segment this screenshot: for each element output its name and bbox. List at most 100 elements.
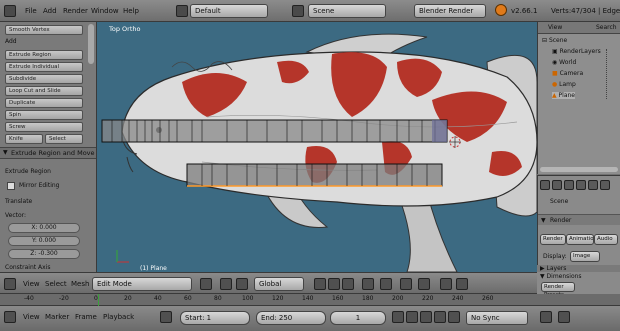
outliner-search-menu[interactable]: Search bbox=[596, 24, 617, 31]
dimensions-panel-title[interactable]: ▼ Dimensions bbox=[540, 273, 582, 280]
shelf-scrollbar[interactable] bbox=[88, 24, 94, 64]
snap-icon[interactable] bbox=[400, 278, 412, 290]
outliner-view-menu[interactable]: View bbox=[548, 24, 562, 31]
scene-icon[interactable] bbox=[292, 5, 304, 17]
outliner-item-lamp[interactable]: ● Lamp bbox=[552, 81, 576, 88]
tick-label: -40 bbox=[24, 295, 34, 302]
knife-button[interactable]: Knife bbox=[5, 134, 43, 144]
scene-tab-icon[interactable] bbox=[552, 180, 562, 190]
playback-menu[interactable]: Playback bbox=[100, 311, 137, 323]
select-menu[interactable]: Select bbox=[42, 278, 70, 290]
outliner-item-world[interactable]: ◉ World bbox=[552, 59, 576, 66]
render-button[interactable]: Render bbox=[540, 234, 566, 245]
tool-shelf: Smooth Vertex Add Extrude Region Extrude… bbox=[0, 22, 97, 272]
start-frame-field[interactable]: Start: 1 bbox=[180, 311, 250, 325]
mirror-editing-checkbox[interactable] bbox=[7, 182, 15, 190]
scene-dropdown[interactable]: Scene bbox=[308, 4, 386, 18]
knife-select-button[interactable]: Select bbox=[45, 134, 83, 144]
translate-label: Translate bbox=[5, 198, 33, 205]
render-engine-dropdown[interactable]: Blender Render bbox=[414, 4, 486, 18]
play-icon[interactable] bbox=[434, 311, 446, 323]
render-panel-header[interactable]: ▼ Render bbox=[538, 214, 620, 225]
constraint-axis-label: Constraint Axis bbox=[5, 264, 51, 271]
current-frame-field[interactable]: 1 bbox=[330, 311, 386, 325]
material-tab-icon[interactable] bbox=[600, 180, 610, 190]
keying-set-icon[interactable] bbox=[558, 311, 570, 323]
edge-select-icon[interactable] bbox=[328, 278, 340, 290]
menu-help[interactable]: Help bbox=[120, 5, 142, 17]
vector-z-field[interactable]: Z: -0.300 bbox=[8, 249, 80, 259]
vertex-select-icon[interactable] bbox=[314, 278, 326, 290]
modifier-tab-icon[interactable] bbox=[588, 180, 598, 190]
transform-orientation-dropdown[interactable]: Global bbox=[254, 277, 304, 291]
manipulator-icon[interactable] bbox=[236, 278, 248, 290]
duplicate-button[interactable]: Duplicate bbox=[5, 98, 83, 108]
render-tab-icon[interactable] bbox=[540, 180, 550, 190]
jump-start-icon[interactable] bbox=[392, 311, 404, 323]
marker-menu[interactable]: Marker bbox=[42, 311, 72, 323]
subdivide-button[interactable]: Subdivide bbox=[5, 74, 83, 84]
end-frame-field[interactable]: End: 250 bbox=[256, 311, 326, 325]
menu-add[interactable]: Add bbox=[40, 5, 60, 17]
vector-y-field[interactable]: Y: 0.000 bbox=[8, 236, 80, 246]
timeline-editor-icon[interactable] bbox=[4, 311, 16, 323]
object-tab-icon[interactable] bbox=[576, 180, 586, 190]
layout-dropdown[interactable]: Default bbox=[190, 4, 268, 18]
mode-dropdown[interactable]: Edit Mode bbox=[92, 277, 192, 291]
play-reverse-icon[interactable] bbox=[420, 311, 432, 323]
render-preview-icon[interactable] bbox=[440, 278, 452, 290]
outliner-scrollbar[interactable] bbox=[540, 167, 618, 172]
keyframe-icon[interactable] bbox=[160, 311, 172, 323]
outliner-item-camera[interactable]: ■ Camera bbox=[552, 70, 583, 77]
menu-window[interactable]: Window bbox=[88, 5, 122, 17]
outliner-item-plane[interactable]: ▲ Plane bbox=[552, 92, 575, 99]
camera-preview-icon[interactable] bbox=[456, 278, 468, 290]
sync-dropdown[interactable]: No Sync bbox=[466, 311, 528, 325]
vector-x-field[interactable]: X: 0.000 bbox=[8, 223, 80, 233]
timeline-view-menu[interactable]: View bbox=[20, 311, 43, 323]
outliner-header: View Search bbox=[538, 22, 620, 34]
proportional-edit-icon[interactable] bbox=[380, 278, 392, 290]
occlude-geometry-icon[interactable] bbox=[362, 278, 374, 290]
face-select-icon[interactable] bbox=[342, 278, 354, 290]
tick-label: 240 bbox=[452, 295, 464, 302]
frame-menu[interactable]: Frame bbox=[72, 311, 100, 323]
view-menu[interactable]: View bbox=[20, 278, 43, 290]
info-editor-icon[interactable] bbox=[4, 5, 16, 17]
editor-type-icon[interactable] bbox=[4, 278, 16, 290]
display-dropdown[interactable]: Image bbox=[570, 251, 600, 262]
mesh-menu[interactable]: Mesh bbox=[68, 278, 92, 290]
operator-panel-header[interactable]: ▼ Extrude Region and Move bbox=[0, 147, 96, 159]
next-keyframe-icon[interactable] bbox=[448, 311, 460, 323]
audio-button[interactable]: Audio bbox=[594, 234, 618, 245]
layers-panel-title[interactable]: ▶ Layers bbox=[537, 265, 620, 272]
current-frame-marker[interactable] bbox=[98, 294, 99, 306]
tick-label: 140 bbox=[302, 295, 314, 302]
viewport-shading-icon[interactable] bbox=[200, 278, 212, 290]
loop-cut-button[interactable]: Loop Cut and Slide bbox=[5, 86, 83, 96]
world-tab-icon[interactable] bbox=[564, 180, 574, 190]
layout-icon[interactable] bbox=[176, 5, 188, 17]
timeline-ruler[interactable]: -40 -20 0 20 40 60 80 100 120 140 160 18… bbox=[0, 294, 620, 306]
pivot-point-icon[interactable] bbox=[220, 278, 232, 290]
3d-viewport[interactable]: Top Ortho (1) Plane bbox=[97, 22, 537, 272]
prev-keyframe-icon[interactable] bbox=[406, 311, 418, 323]
viewport-title: Top Ortho bbox=[109, 25, 141, 33]
extrude-region-button[interactable]: Extrude Region bbox=[5, 50, 83, 60]
animation-button[interactable]: Animation bbox=[566, 234, 594, 245]
menu-render[interactable]: Render bbox=[60, 5, 91, 17]
menu-file[interactable]: File bbox=[22, 5, 40, 17]
spin-button[interactable]: Spin bbox=[5, 110, 83, 120]
outliner-item-renderlayers[interactable]: ▣ RenderLayers bbox=[552, 48, 601, 55]
smooth-vertex-button[interactable]: Smooth Vertex bbox=[5, 25, 83, 35]
outliner: View Search ⊟ Scene ▣ RenderLayers ◉ Wor… bbox=[537, 22, 620, 174]
tick-label: 220 bbox=[422, 295, 434, 302]
extrude-individual-button[interactable]: Extrude Individual bbox=[5, 62, 83, 72]
version-label: v2.66.1 bbox=[511, 7, 538, 15]
render-presets-dropdown[interactable]: Render Presets bbox=[541, 282, 575, 298]
auto-keying-icon[interactable] bbox=[540, 311, 552, 323]
outliner-item-scene[interactable]: ⊟ Scene bbox=[542, 37, 567, 44]
snap-target-icon[interactable] bbox=[418, 278, 430, 290]
render-panel-title: Render bbox=[550, 217, 572, 224]
screw-button[interactable]: Screw bbox=[5, 122, 83, 132]
